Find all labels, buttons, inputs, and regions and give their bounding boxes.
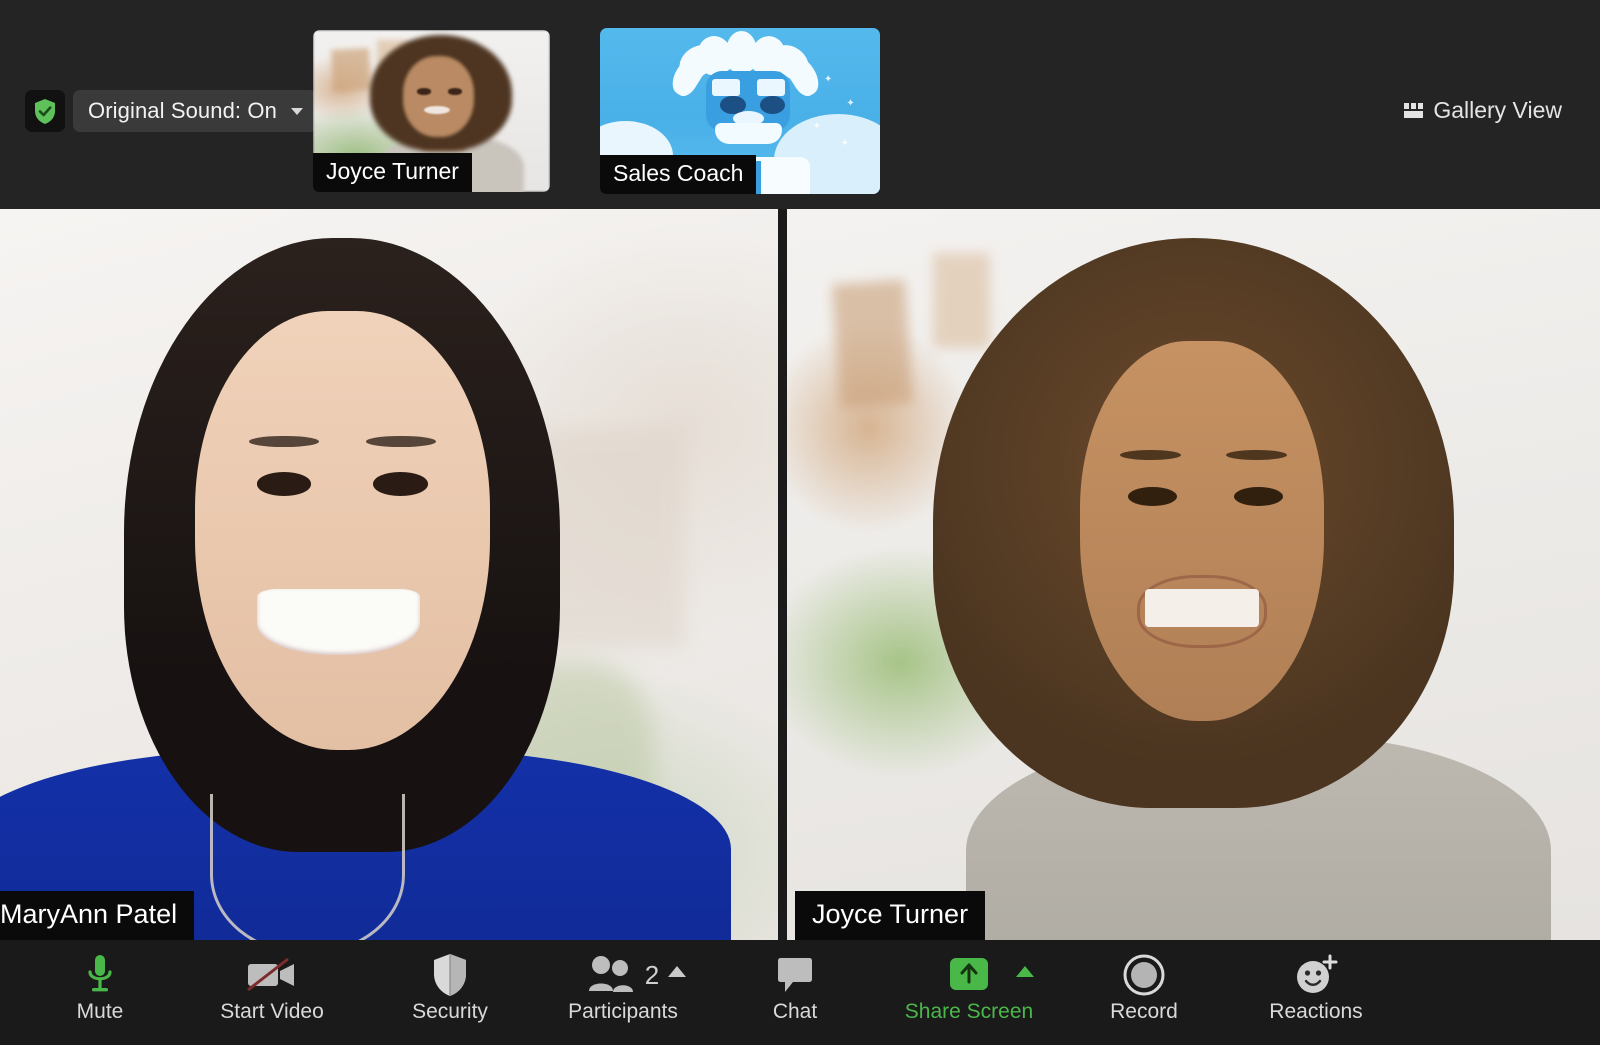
record-icon (1121, 940, 1167, 998)
start-video-label: Start Video (220, 1000, 324, 1023)
video-tile-joyce-turner[interactable]: Joyce Turner (787, 209, 1600, 940)
start-video-button[interactable]: Start Video (216, 940, 328, 1045)
tile-name-label: Joyce Turner (795, 891, 986, 940)
record-label: Record (1110, 1000, 1178, 1023)
share-screen-label: Share Screen (904, 1000, 1034, 1023)
record-button[interactable]: Record (1094, 940, 1194, 1045)
microphone-icon (85, 940, 115, 998)
video-stage: MaryAnn Patel Joyce Turner (0, 209, 1600, 940)
original-sound-button[interactable]: Original Sound: On (73, 90, 317, 132)
thumbnail-name-label: Joyce Turner (313, 153, 472, 192)
camera-off-icon (244, 940, 300, 998)
mute-button[interactable]: Mute (52, 940, 148, 1045)
chat-button[interactable]: Chat (748, 940, 842, 1045)
thumbnail-sales-coach[interactable]: ✦ ✦ ✦ ✦ Sales Coach (600, 28, 880, 194)
chat-label: Chat (772, 1000, 818, 1023)
reactions-icon (1292, 940, 1340, 998)
participants-chevron-up-icon[interactable] (668, 966, 686, 977)
meeting-toolbar: Mute Start Video Security 2 Participants… (0, 940, 1600, 1045)
share-screen-button[interactable]: Share Screen (890, 940, 1048, 1045)
thumbnail-name-label: Sales Coach (600, 155, 757, 194)
mute-label: Mute (76, 1000, 124, 1023)
share-screen-chevron-up-icon[interactable] (1016, 966, 1034, 977)
tile-name-label: MaryAnn Patel (0, 891, 195, 940)
top-bar: Original Sound: On Joyce Turner ✦ ✦ ✦ ✦ … (0, 0, 1600, 209)
security-button[interactable]: Security (396, 940, 504, 1045)
reactions-button[interactable]: Reactions (1254, 940, 1378, 1045)
thumbnail-joyce-turner[interactable]: Joyce Turner (313, 30, 550, 192)
chevron-down-icon[interactable] (290, 107, 303, 115)
participants-button[interactable]: 2 Participants (552, 940, 694, 1045)
participants-icon: 2 (587, 940, 659, 998)
zoom-meeting-window: Original Sound: On Joyce Turner ✦ ✦ ✦ ✦ … (0, 0, 1600, 1045)
original-sound-label: Original Sound: On (88, 98, 277, 123)
video-tile-maryann-patel[interactable]: MaryAnn Patel (0, 209, 778, 940)
security-label: Security (412, 1000, 488, 1023)
gallery-view-button[interactable]: Gallery View (1404, 97, 1562, 124)
chat-bubble-icon (774, 940, 816, 998)
gallery-view-label: Gallery View (1433, 97, 1562, 123)
original-sound-control[interactable]: Original Sound: On (25, 90, 317, 132)
share-screen-icon (946, 940, 992, 998)
reactions-label: Reactions (1269, 1000, 1363, 1023)
grid-icon (1404, 103, 1424, 118)
shield-check-icon[interactable] (25, 90, 65, 132)
shield-icon (431, 940, 469, 998)
participants-label: Participants (568, 1000, 678, 1023)
participants-count: 2 (644, 959, 660, 990)
